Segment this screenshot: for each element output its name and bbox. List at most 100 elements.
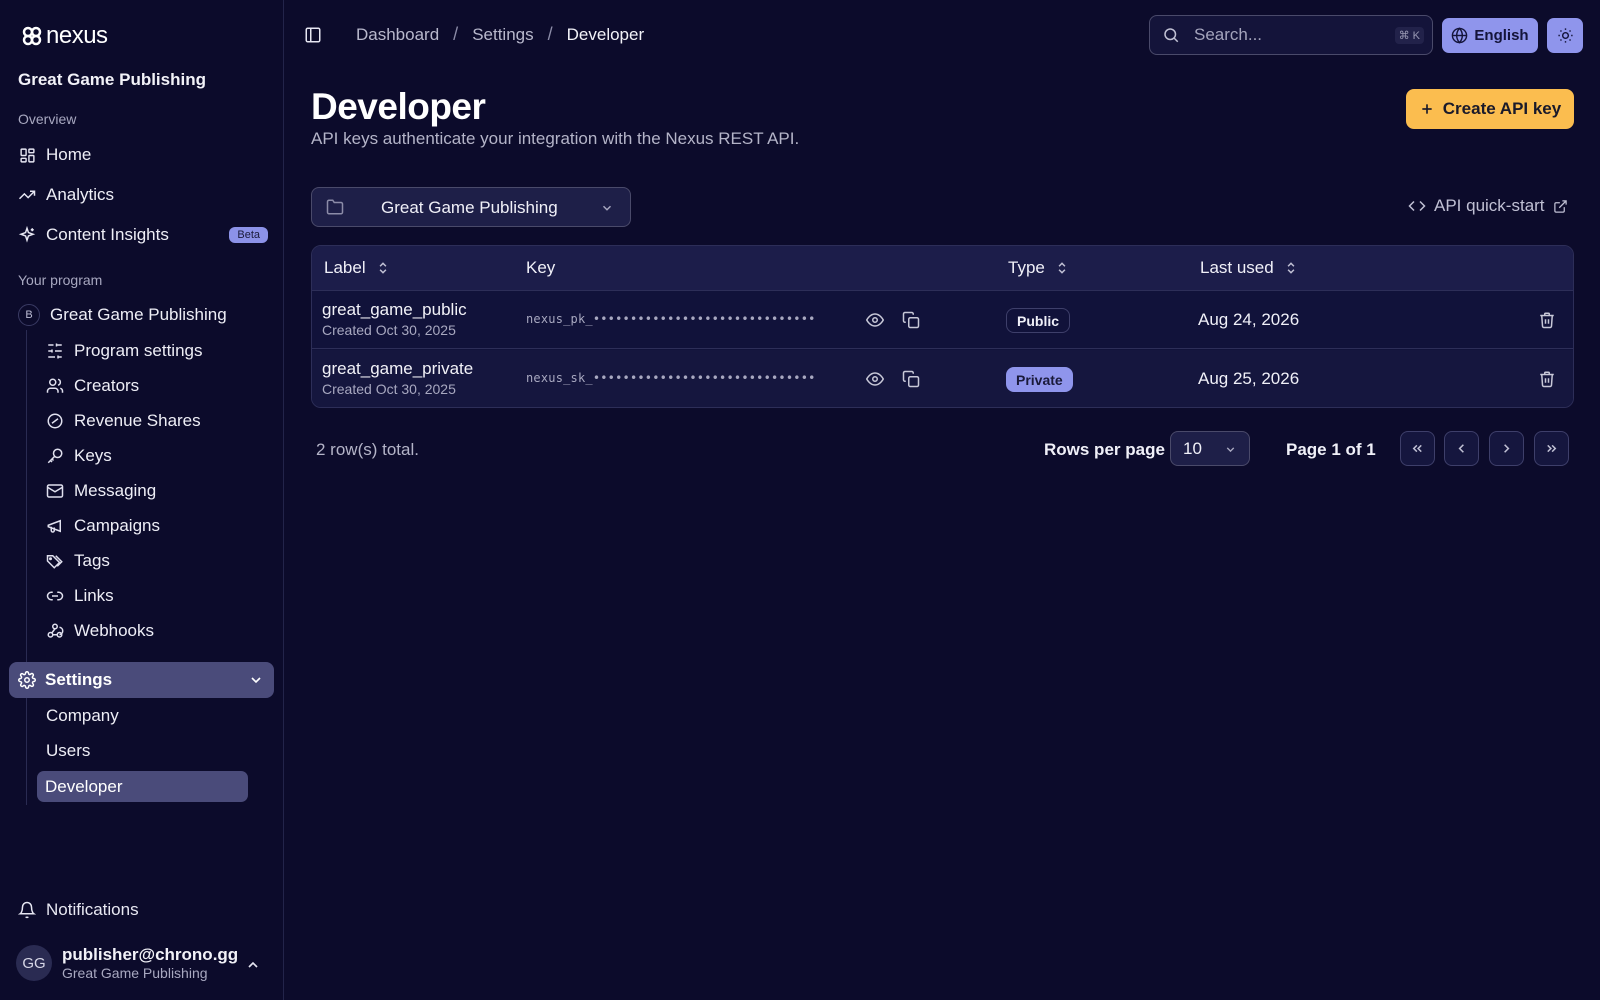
- table-row: great_game_public Created Oct 30, 2025 n…: [312, 291, 1573, 349]
- search-icon: [1162, 26, 1180, 44]
- nexus-logo[interactable]: nexus: [22, 22, 108, 50]
- sidebar-item-users[interactable]: Users: [46, 741, 90, 761]
- sidebar-item-program-settings[interactable]: Program settings: [46, 336, 203, 366]
- tree-line: [26, 330, 27, 805]
- sidebar-item-label: Revenue Shares: [74, 411, 201, 430]
- chevron-down-icon: [1224, 443, 1237, 456]
- masked-key: nexus_sk_••••••••••••••••••••••••••••••: [526, 371, 816, 385]
- chevron-left-icon: [1454, 441, 1469, 456]
- folder-icon: [326, 198, 344, 216]
- api-quickstart-link[interactable]: API quick-start: [1408, 196, 1568, 216]
- page-description: API keys authenticate your integration w…: [311, 129, 800, 148]
- link-icon: [46, 587, 64, 605]
- breadcrumb-current: Developer: [566, 24, 645, 44]
- breadcrumb-settings[interactable]: Settings: [472, 25, 533, 45]
- column-header-type[interactable]: Type: [1008, 258, 1069, 278]
- trend-icon: [18, 186, 36, 204]
- sidebar-item-messaging[interactable]: Messaging: [46, 476, 156, 506]
- key-created: Created Oct 30, 2025: [322, 322, 456, 338]
- key-label-cell: great_game_private Created Oct 30, 2025: [322, 359, 473, 397]
- create-api-key-button[interactable]: Create API key: [1406, 89, 1574, 129]
- sliders-icon: [46, 342, 64, 360]
- sidebar-item-revenue-shares[interactable]: Revenue Shares: [46, 406, 201, 436]
- program-select[interactable]: Great Game Publishing: [311, 187, 631, 227]
- user-menu[interactable]: GG publisher@chrono.gg Great Game Publis…: [16, 945, 271, 981]
- sidebar-item-label: Webhooks: [74, 621, 155, 640]
- next-page-button[interactable]: [1489, 431, 1524, 466]
- language-button[interactable]: English: [1442, 18, 1538, 53]
- sidebar-item-keys[interactable]: Keys: [46, 441, 112, 471]
- last-page-button[interactable]: [1534, 431, 1569, 466]
- copy-icon[interactable]: [902, 370, 920, 388]
- mail-icon: [46, 482, 64, 500]
- column-header-last-used[interactable]: Last used: [1200, 258, 1298, 278]
- breadcrumb-separator: /: [547, 24, 553, 44]
- last-used: Aug 24, 2026: [1198, 310, 1300, 329]
- copy-icon[interactable]: [902, 311, 920, 329]
- sidebar-item-label: Content Insights: [46, 225, 169, 244]
- sidebar-item-label: Program settings: [74, 341, 203, 360]
- sidebar-item-home[interactable]: Home: [18, 139, 268, 171]
- search-input[interactable]: [1194, 25, 1374, 45]
- chevrons-right-icon: [1544, 441, 1559, 456]
- prev-page-button[interactable]: [1444, 431, 1479, 466]
- sidebar-item-tags[interactable]: Tags: [46, 546, 110, 576]
- chevrons-left-icon: [1410, 441, 1425, 456]
- sidebar-toggle-icon[interactable]: [304, 26, 322, 44]
- column-header-key: Key: [526, 258, 555, 278]
- sidebar-item-notifications[interactable]: Notifications: [18, 900, 139, 920]
- trash-icon[interactable]: [1538, 370, 1556, 388]
- chevron-down-icon: [248, 672, 264, 688]
- sidebar-item-label: Keys: [74, 446, 112, 465]
- overview-section-label: Overview: [18, 111, 77, 127]
- breadcrumb-separator: /: [453, 24, 459, 44]
- rows-per-page-value: 10: [1183, 438, 1202, 458]
- program-select-value: Great Game Publishing: [381, 198, 558, 217]
- org-name: Great Game Publishing: [18, 70, 206, 89]
- user-org: Great Game Publishing: [62, 965, 208, 981]
- settings-label: Settings: [45, 670, 113, 689]
- program-switcher[interactable]: B Great Game Publishing: [18, 299, 268, 331]
- table-row: great_game_private Created Oct 30, 2025 …: [312, 350, 1573, 407]
- last-used: Aug 25, 2026: [1198, 369, 1300, 388]
- rows-per-page-select[interactable]: 10: [1170, 431, 1250, 466]
- page-title: Developer: [311, 86, 486, 127]
- globe-icon: [1451, 27, 1468, 44]
- create-api-key-label: Create API key: [1442, 99, 1562, 118]
- sidebar-item-links[interactable]: Links: [46, 581, 114, 611]
- sidebar-item-content-insights[interactable]: Content Insights Beta: [18, 219, 268, 251]
- first-page-button[interactable]: [1400, 431, 1435, 466]
- users-icon: [46, 377, 64, 395]
- sidebar-item-developer[interactable]: Developer: [37, 771, 248, 802]
- sidebar-item-webhooks[interactable]: Webhooks: [46, 616, 154, 646]
- sidebar-item-creators[interactable]: Creators: [46, 371, 139, 401]
- eye-icon[interactable]: [866, 370, 884, 388]
- sidebar-item-label: Creators: [74, 376, 140, 395]
- column-header-label[interactable]: Label: [324, 258, 390, 278]
- sidebar-item-label: Campaigns: [74, 516, 160, 535]
- theme-toggle-button[interactable]: [1547, 18, 1583, 53]
- sidebar-item-settings[interactable]: Settings: [9, 662, 274, 698]
- sidebar-item-company[interactable]: Company: [46, 706, 119, 726]
- gear-icon: [18, 671, 36, 689]
- search-box[interactable]: ⌘ K: [1149, 15, 1433, 55]
- sort-icon: [1055, 261, 1069, 275]
- key-created: Created Oct 30, 2025: [322, 381, 456, 397]
- sidebar-item-analytics[interactable]: Analytics: [18, 179, 268, 211]
- trash-icon[interactable]: [1538, 311, 1556, 329]
- eye-icon[interactable]: [866, 311, 884, 329]
- notifications-label: Notifications: [46, 900, 139, 919]
- key-label-cell: great_game_public Created Oct 30, 2025: [322, 300, 467, 338]
- sort-icon: [376, 261, 390, 275]
- rows-per-page-label: Rows per page: [1044, 440, 1165, 459]
- api-keys-table: Label Key Type Last used great_game_publ…: [311, 245, 1574, 408]
- sort-icon: [1284, 261, 1298, 275]
- sidebar-item-campaigns[interactable]: Campaigns: [46, 511, 160, 541]
- breadcrumb: Dashboard / Settings / Developer: [356, 24, 644, 45]
- code-icon: [1408, 197, 1426, 215]
- sidebar-item-label: Analytics: [46, 185, 115, 204]
- breadcrumb-dashboard[interactable]: Dashboard: [356, 25, 439, 45]
- webhook-icon: [46, 622, 64, 640]
- sparkle-icon: [18, 226, 36, 244]
- chevron-up-icon: [245, 957, 261, 973]
